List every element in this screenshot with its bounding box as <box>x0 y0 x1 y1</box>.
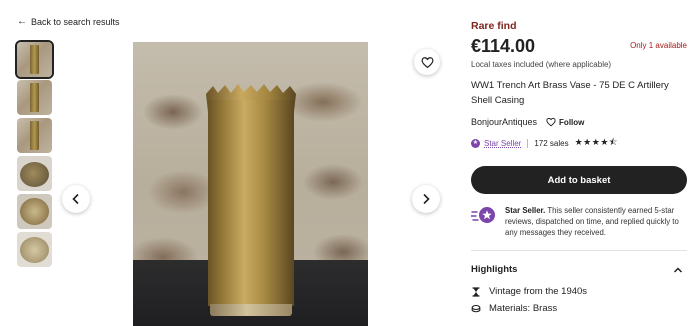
sales-count: 172 sales <box>534 138 569 148</box>
star-seller-heading: Star Seller. <box>505 206 546 215</box>
shop-row: BonjourAntiques Follow <box>471 117 584 127</box>
thumbnail-3[interactable] <box>17 118 52 153</box>
favorite-button[interactable] <box>414 49 440 75</box>
star-seller-description: Star Seller. This seller consistently ea… <box>505 205 687 238</box>
chevron-right-icon <box>423 193 430 205</box>
thumbnail-strip <box>15 40 54 270</box>
availability-note: Only 1 available <box>630 41 687 50</box>
listing-title: WW1 Trench Art Brass Vase - 75 DE C Arti… <box>471 80 669 106</box>
thumbnail-4[interactable] <box>17 156 52 191</box>
previous-image-button[interactable] <box>62 185 90 213</box>
shop-name-link[interactable]: BonjourAntiques <box>471 117 537 127</box>
shell-casing <box>206 82 296 320</box>
thumbnail-1[interactable] <box>15 40 54 79</box>
seller-stats-row: ★ Star Seller 172 sales ★★★★⯪ <box>471 135 618 151</box>
heart-outline-icon <box>546 117 556 127</box>
follow-shop-button[interactable]: Follow <box>546 117 584 127</box>
rating-stars[interactable]: ★★★★⯪ <box>575 135 618 151</box>
back-link-label: Back to search results <box>31 17 120 27</box>
arrow-left-icon: ← <box>17 16 27 27</box>
next-image-button[interactable] <box>412 185 440 213</box>
star-seller-badge-icon: ★ <box>471 138 480 148</box>
highlight-item-materials: Materials: Brass <box>471 303 557 314</box>
thumbnail-6[interactable] <box>17 232 52 267</box>
star-seller-info: Star Seller. This seller consistently ea… <box>471 205 687 238</box>
rare-find-label: Rare find <box>471 20 517 32</box>
star-seller-ribbon-icon <box>471 205 497 225</box>
materials-icon <box>471 304 481 312</box>
highlight-label-materials: Materials: Brass <box>489 303 558 314</box>
star-seller-link[interactable]: Star Seller <box>484 139 521 148</box>
back-to-search-link[interactable]: ← Back to search results <box>17 16 120 28</box>
divider <box>527 138 529 148</box>
thumbnail-5[interactable] <box>17 194 52 229</box>
vintage-icon <box>472 286 480 297</box>
price: €114.00 <box>471 36 536 56</box>
chevron-up-icon <box>673 266 683 273</box>
highlights-toggle[interactable]: Highlights <box>471 264 687 275</box>
tax-note: Local taxes included (where applicable) <box>471 60 612 69</box>
highlights-heading: Highlights <box>471 264 518 275</box>
highlight-item-vintage: Vintage from the 1940s <box>471 286 587 297</box>
add-to-basket-button[interactable]: Add to basket <box>471 166 687 194</box>
main-product-image <box>133 42 368 326</box>
section-divider <box>471 250 687 251</box>
chevron-left-icon <box>72 193 79 205</box>
thumbnail-2[interactable] <box>17 80 52 115</box>
follow-label: Follow <box>559 117 585 127</box>
heart-icon <box>421 56 433 68</box>
highlight-label-vintage: Vintage from the 1940s <box>489 286 588 297</box>
